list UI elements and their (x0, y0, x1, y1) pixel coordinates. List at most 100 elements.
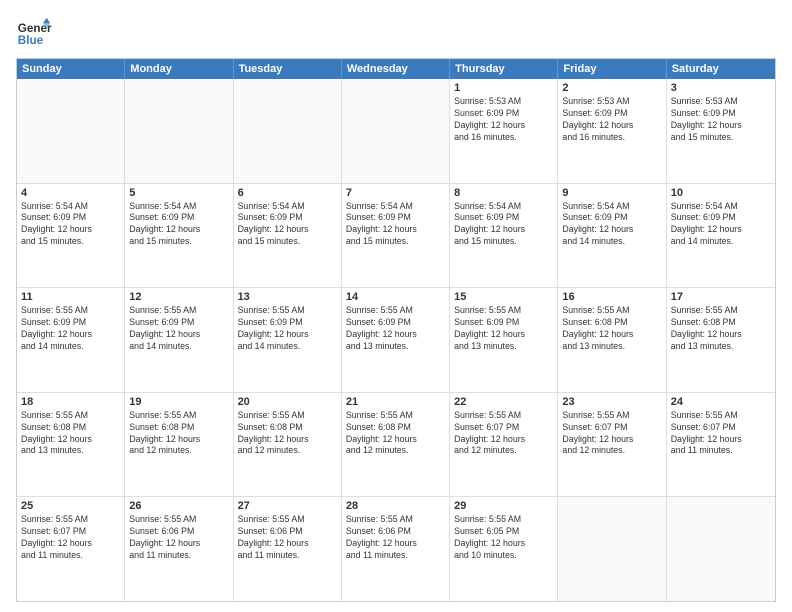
calendar-header-cell: Thursday (450, 59, 558, 79)
day-number: 11 (21, 291, 120, 303)
calendar-cell: 6 Sunrise: 5:54 AM Sunset: 6:09 PM Daylig… (234, 184, 342, 288)
calendar-cell (234, 79, 342, 183)
calendar-cell: 21 Sunrise: 5:55 AM Sunset: 6:08 PM Dayli… (342, 393, 450, 497)
calendar-cell: 1 Sunrise: 5:53 AM Sunset: 6:09 PM Daylig… (450, 79, 558, 183)
calendar-header-cell: Tuesday (234, 59, 342, 79)
calendar-cell: 8Sunrise: 5:54 AM Sunset: 6:09 PM Daylig… (450, 184, 558, 288)
day-number: 2 (562, 82, 661, 94)
cell-text: Sunrise: 5:55 AM Sunset: 6:07 PM Dayligh… (21, 514, 120, 562)
calendar-cell: 13 Sunrise: 5:55 AM Sunset: 6:09 PM Dayli… (234, 288, 342, 392)
cell-text: Sunrise: 5:55 AM Sunset: 6:08 PM Dayligh… (562, 305, 661, 353)
calendar-week-row: 25 Sunrise: 5:55 AM Sunset: 6:07 PM Dayli… (17, 496, 775, 601)
calendar-cell: 12 Sunrise: 5:55 AM Sunset: 6:09 PM Dayli… (125, 288, 233, 392)
day-number: 22 (454, 396, 553, 408)
logo: General Blue (16, 16, 52, 52)
day-number: 21 (346, 396, 445, 408)
calendar-cell: 10 Sunrise: 5:54 AM Sunset: 6:09 PM Dayli… (667, 184, 775, 288)
day-number: 28 (346, 500, 445, 512)
day-number: 26 (129, 500, 228, 512)
calendar-cell: 19 Sunrise: 5:55 AM Sunset: 6:08 PM Dayli… (125, 393, 233, 497)
cell-text: Sunrise: 5:55 AM Sunset: 6:09 PM Dayligh… (129, 305, 228, 353)
day-number: 13 (238, 291, 337, 303)
cell-text: Sunrise: 5:55 AM Sunset: 6:08 PM Dayligh… (129, 410, 228, 458)
calendar-cell (558, 497, 666, 601)
day-number: 5 (129, 187, 228, 199)
cell-text: Sunrise: 5:55 AM Sunset: 6:05 PM Dayligh… (454, 514, 553, 562)
calendar-cell: 22Sunrise: 5:55 AM Sunset: 6:07 PM Dayli… (450, 393, 558, 497)
day-number: 4 (21, 187, 120, 199)
day-number: 17 (671, 291, 771, 303)
cell-text: Sunrise: 5:55 AM Sunset: 6:06 PM Dayligh… (346, 514, 445, 562)
calendar-cell: 3Sunrise: 5:53 AM Sunset: 6:09 PM Daylig… (667, 79, 775, 183)
cell-text: Sunrise: 5:55 AM Sunset: 6:06 PM Dayligh… (238, 514, 337, 562)
cell-text: Sunrise: 5:53 AM Sunset: 6:09 PM Dayligh… (454, 96, 553, 144)
calendar-cell: 28 Sunrise: 5:55 AM Sunset: 6:06 PM Dayli… (342, 497, 450, 601)
day-number: 19 (129, 396, 228, 408)
calendar-cell: 5 Sunrise: 5:54 AM Sunset: 6:09 PM Daylig… (125, 184, 233, 288)
cell-text: Sunrise: 5:53 AM Sunset: 6:09 PM Dayligh… (562, 96, 661, 144)
cell-text: Sunrise: 5:55 AM Sunset: 6:06 PM Dayligh… (129, 514, 228, 562)
cell-text: Sunrise: 5:54 AM Sunset: 6:09 PM Dayligh… (671, 201, 771, 249)
calendar-cell: 7 Sunrise: 5:54 AM Sunset: 6:09 PM Daylig… (342, 184, 450, 288)
calendar-cell: 25 Sunrise: 5:55 AM Sunset: 6:07 PM Dayli… (17, 497, 125, 601)
calendar-cell: 2 Sunrise: 5:53 AM Sunset: 6:09 PM Daylig… (558, 79, 666, 183)
cell-text: Sunrise: 5:54 AM Sunset: 6:09 PM Dayligh… (454, 201, 553, 249)
cell-text: Sunrise: 5:54 AM Sunset: 6:09 PM Dayligh… (238, 201, 337, 249)
calendar-header-cell: Wednesday (342, 59, 450, 79)
calendar-header-cell: Monday (125, 59, 233, 79)
svg-text:Blue: Blue (18, 34, 44, 47)
calendar-cell: 18Sunrise: 5:55 AM Sunset: 6:08 PM Dayli… (17, 393, 125, 497)
day-number: 10 (671, 187, 771, 199)
day-number: 9 (562, 187, 661, 199)
calendar-cell (125, 79, 233, 183)
cell-text: Sunrise: 5:54 AM Sunset: 6:09 PM Dayligh… (129, 201, 228, 249)
logo-icon: General Blue (16, 16, 52, 52)
calendar-cell: 15Sunrise: 5:55 AM Sunset: 6:09 PM Dayli… (450, 288, 558, 392)
day-number: 7 (346, 187, 445, 199)
calendar-cell: 27 Sunrise: 5:55 AM Sunset: 6:06 PM Dayli… (234, 497, 342, 601)
cell-text: Sunrise: 5:55 AM Sunset: 6:09 PM Dayligh… (454, 305, 553, 353)
calendar-cell: 24Sunrise: 5:55 AM Sunset: 6:07 PM Dayli… (667, 393, 775, 497)
calendar-cell: 29 Sunrise: 5:55 AM Sunset: 6:05 PM Dayli… (450, 497, 558, 601)
calendar-cell (342, 79, 450, 183)
calendar-cell: 9Sunrise: 5:54 AM Sunset: 6:09 PM Daylig… (558, 184, 666, 288)
day-number: 16 (562, 291, 661, 303)
calendar-header-cell: Sunday (17, 59, 125, 79)
calendar-cell: 26 Sunrise: 5:55 AM Sunset: 6:06 PM Dayli… (125, 497, 233, 601)
day-number: 25 (21, 500, 120, 512)
calendar-body: 1 Sunrise: 5:53 AM Sunset: 6:09 PM Daylig… (17, 79, 775, 601)
calendar-week-row: 4 Sunrise: 5:54 AM Sunset: 6:09 PM Daylig… (17, 183, 775, 288)
cell-text: Sunrise: 5:55 AM Sunset: 6:08 PM Dayligh… (671, 305, 771, 353)
calendar-header-cell: Friday (558, 59, 666, 79)
calendar-week-row: 11 Sunrise: 5:55 AM Sunset: 6:09 PM Dayli… (17, 287, 775, 392)
day-number: 27 (238, 500, 337, 512)
calendar-header-row: SundayMondayTuesdayWednesdayThursdayFrid… (17, 59, 775, 79)
calendar-week-row: 18Sunrise: 5:55 AM Sunset: 6:08 PM Dayli… (17, 392, 775, 497)
cell-text: Sunrise: 5:54 AM Sunset: 6:09 PM Dayligh… (346, 201, 445, 249)
cell-text: Sunrise: 5:55 AM Sunset: 6:09 PM Dayligh… (238, 305, 337, 353)
day-number: 23 (562, 396, 661, 408)
cell-text: Sunrise: 5:55 AM Sunset: 6:08 PM Dayligh… (21, 410, 120, 458)
calendar: SundayMondayTuesdayWednesdayThursdayFrid… (16, 58, 776, 602)
cell-text: Sunrise: 5:55 AM Sunset: 6:09 PM Dayligh… (21, 305, 120, 353)
day-number: 6 (238, 187, 337, 199)
calendar-cell: 16 Sunrise: 5:55 AM Sunset: 6:08 PM Dayli… (558, 288, 666, 392)
calendar-cell: 14 Sunrise: 5:55 AM Sunset: 6:09 PM Dayli… (342, 288, 450, 392)
calendar-cell: 20Sunrise: 5:55 AM Sunset: 6:08 PM Dayli… (234, 393, 342, 497)
day-number: 20 (238, 396, 337, 408)
calendar-cell (17, 79, 125, 183)
cell-text: Sunrise: 5:55 AM Sunset: 6:08 PM Dayligh… (346, 410, 445, 458)
cell-text: Sunrise: 5:55 AM Sunset: 6:07 PM Dayligh… (562, 410, 661, 458)
cell-text: Sunrise: 5:55 AM Sunset: 6:09 PM Dayligh… (346, 305, 445, 353)
calendar-cell: 11 Sunrise: 5:55 AM Sunset: 6:09 PM Dayli… (17, 288, 125, 392)
calendar-header-cell: Saturday (667, 59, 775, 79)
calendar-cell: 23 Sunrise: 5:55 AM Sunset: 6:07 PM Dayli… (558, 393, 666, 497)
day-number: 24 (671, 396, 771, 408)
calendar-cell: 17 Sunrise: 5:55 AM Sunset: 6:08 PM Dayli… (667, 288, 775, 392)
day-number: 29 (454, 500, 553, 512)
day-number: 14 (346, 291, 445, 303)
day-number: 3 (671, 82, 771, 94)
day-number: 12 (129, 291, 228, 303)
day-number: 1 (454, 82, 553, 94)
cell-text: Sunrise: 5:54 AM Sunset: 6:09 PM Dayligh… (21, 201, 120, 249)
